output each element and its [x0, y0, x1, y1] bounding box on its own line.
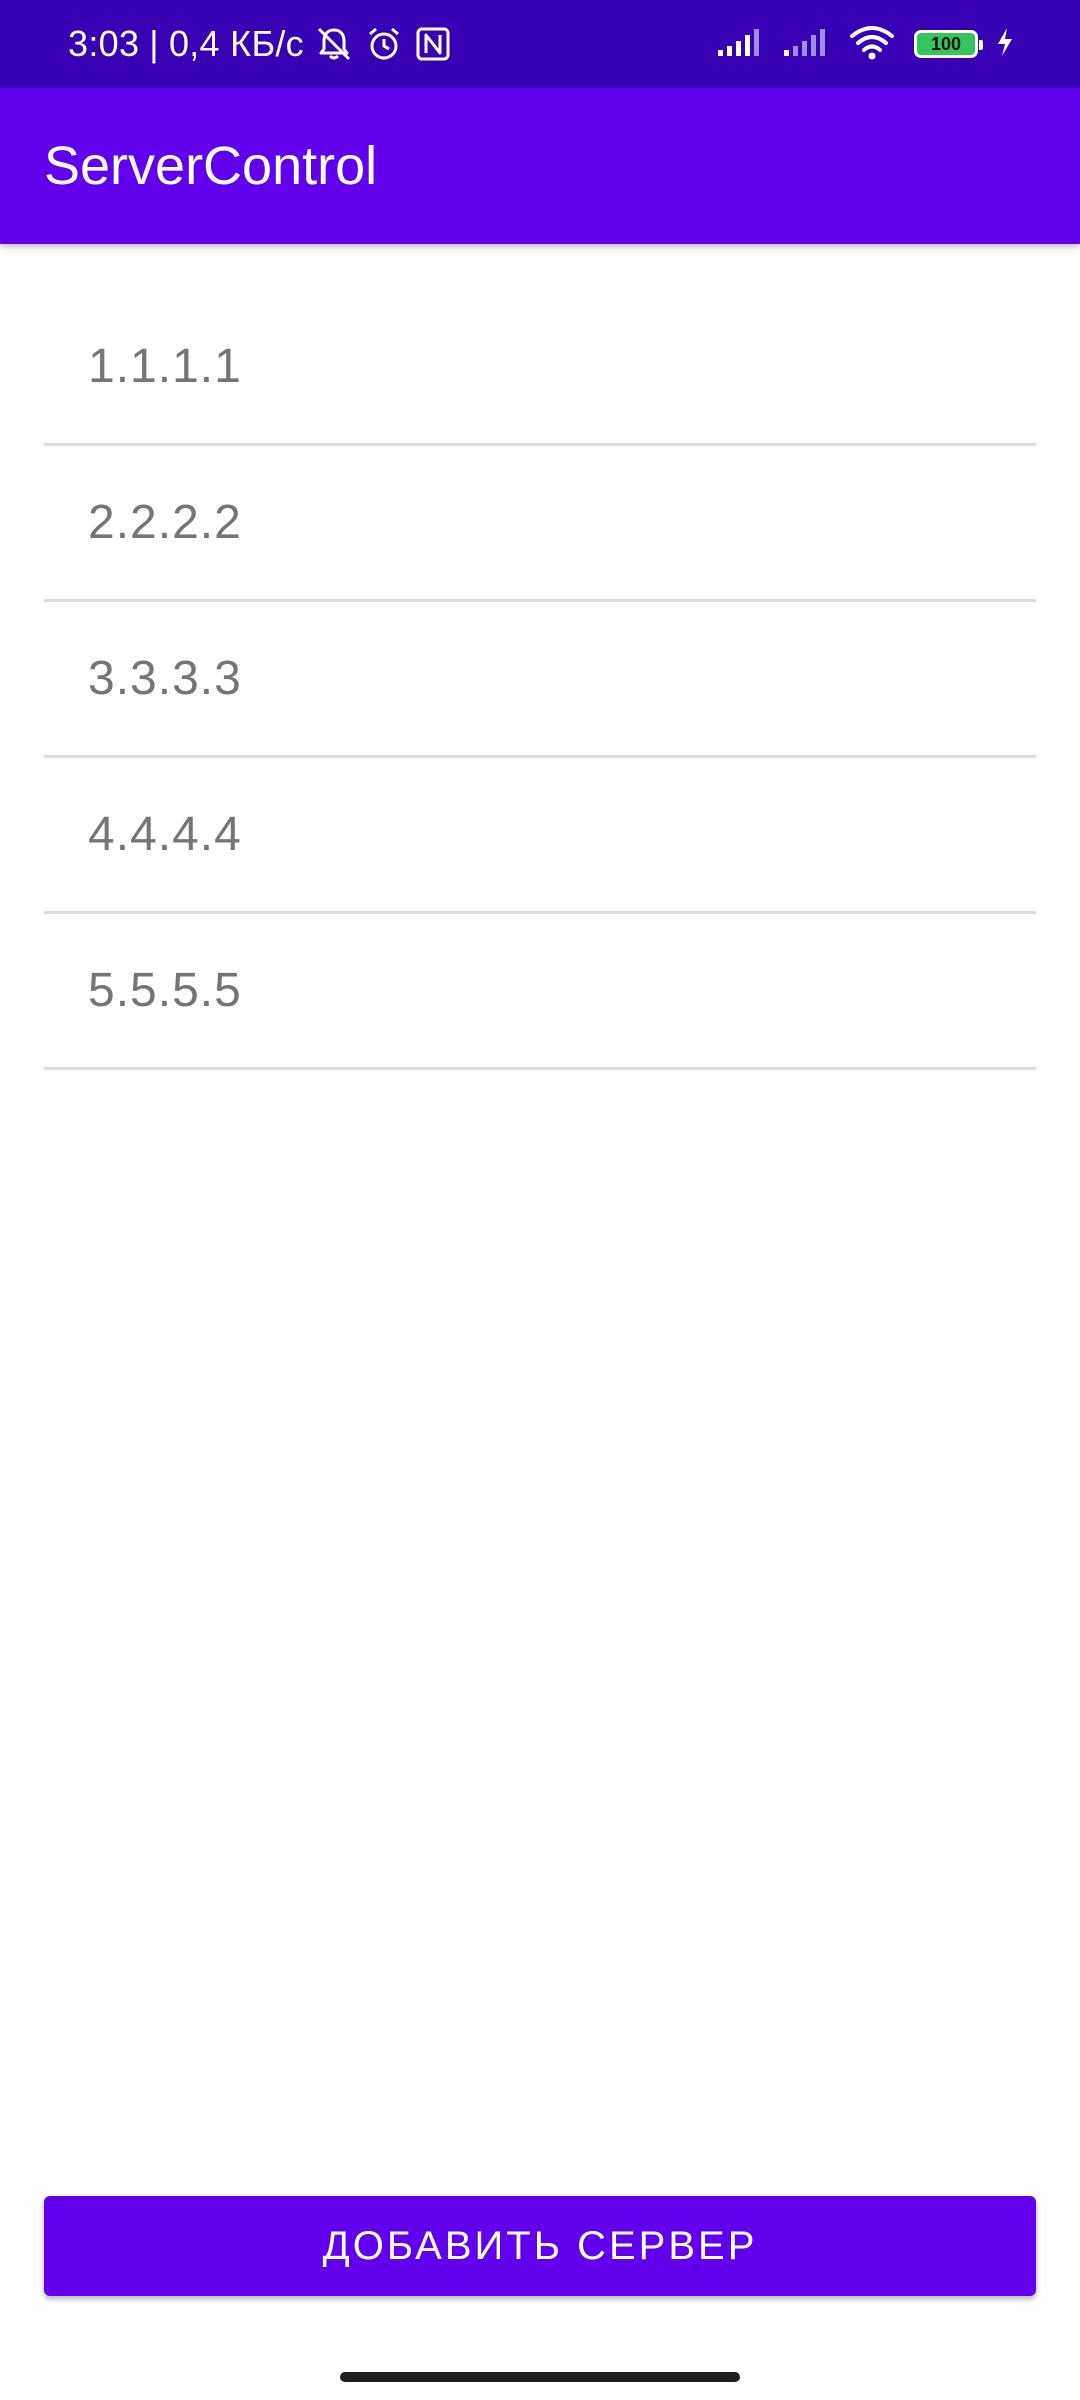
app-title: ServerControl — [44, 136, 378, 196]
battery-icon: 100 — [914, 30, 983, 58]
status-time: 3:03 — [68, 23, 140, 64]
app-bar: ServerControl — [0, 88, 1080, 244]
wifi-icon — [848, 24, 896, 65]
status-left: 3:03 | 0,4 КБ/с — [68, 0, 452, 88]
status-right: 100 — [716, 0, 1014, 88]
battery-level: 100 — [930, 34, 962, 54]
gesture-nav-handle[interactable] — [340, 2372, 740, 2382]
signal-icon — [716, 26, 764, 63]
signal-icon — [782, 26, 830, 63]
server-list-item[interactable]: 3.3.3.3 — [44, 602, 1036, 758]
network-speed: 0,4 КБ/с — [168, 23, 304, 64]
server-address: 3.3.3.3 — [88, 652, 242, 705]
server-list-item[interactable]: 5.5.5.5 — [44, 914, 1036, 1070]
server-address: 1.1.1.1 — [88, 340, 242, 393]
server-list: 1.1.1.1 2.2.2.2 3.3.3.3 4.4.4.4 5.5.5.5 — [44, 290, 1036, 1070]
silent-icon — [314, 24, 354, 64]
status-bar: 3:03 | 0,4 КБ/с 100 — [0, 0, 1080, 88]
charging-icon — [996, 27, 1014, 62]
server-address: 5.5.5.5 — [88, 964, 242, 1017]
add-server-button[interactable]: ДОБАВИТЬ СЕРВЕР — [44, 2196, 1036, 2296]
server-address: 4.4.4.4 — [88, 808, 242, 861]
alarm-icon — [364, 24, 404, 64]
server-list-item[interactable]: 1.1.1.1 — [44, 290, 1036, 446]
nfc-icon — [414, 25, 452, 63]
status-separator: | — [149, 23, 159, 64]
server-list-item[interactable]: 4.4.4.4 — [44, 758, 1036, 914]
server-address: 2.2.2.2 — [88, 496, 242, 549]
server-list-item[interactable]: 2.2.2.2 — [44, 446, 1036, 602]
